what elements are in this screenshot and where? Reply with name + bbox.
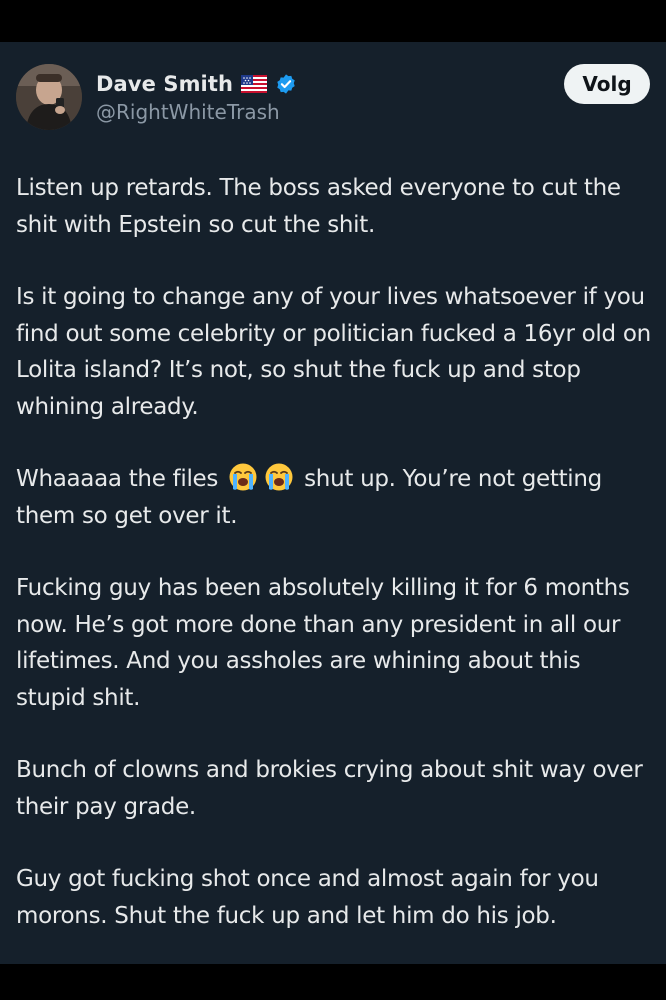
post-header: Dave Smith @RightWhiteTrash Volg: [16, 64, 650, 136]
avatar[interactable]: [16, 64, 82, 130]
post-paragraph-6: Guy got fucking shot once and almost aga…: [16, 866, 599, 929]
post-paragraph-3: Whaaaaa the files shut up. You’re not ge…: [16, 461, 652, 534]
follow-button[interactable]: Volg: [564, 64, 650, 104]
post-paragraph-2: Is it going to change any of your lives …: [16, 284, 651, 420]
author-name-row: Dave Smith: [96, 70, 516, 98]
author-info: Dave Smith @RightWhiteTrash: [96, 70, 516, 124]
post-text: Listen up retards. The boss asked everyo…: [16, 170, 652, 934]
avatar-image: [16, 64, 82, 130]
display-name[interactable]: Dave Smith: [96, 72, 233, 96]
loudly-crying-face-icon: [228, 462, 258, 492]
loudly-crying-face-icon: [264, 462, 294, 492]
verified-badge-icon[interactable]: [275, 73, 297, 95]
post-paragraph-3-start: Whaaaaa the files: [16, 466, 226, 492]
us-flag-icon: [241, 75, 268, 93]
post-paragraph-1: Listen up retards. The boss asked everyo…: [16, 175, 621, 238]
author-handle[interactable]: @RightWhiteTrash: [96, 100, 516, 124]
post-paragraph-5: Bunch of clowns and brokies crying about…: [16, 757, 643, 820]
post-card: Dave Smith @RightWhiteTrash Volg Listen …: [0, 42, 666, 964]
post-paragraph-4: Fucking guy has been absolutely killing …: [16, 575, 630, 711]
